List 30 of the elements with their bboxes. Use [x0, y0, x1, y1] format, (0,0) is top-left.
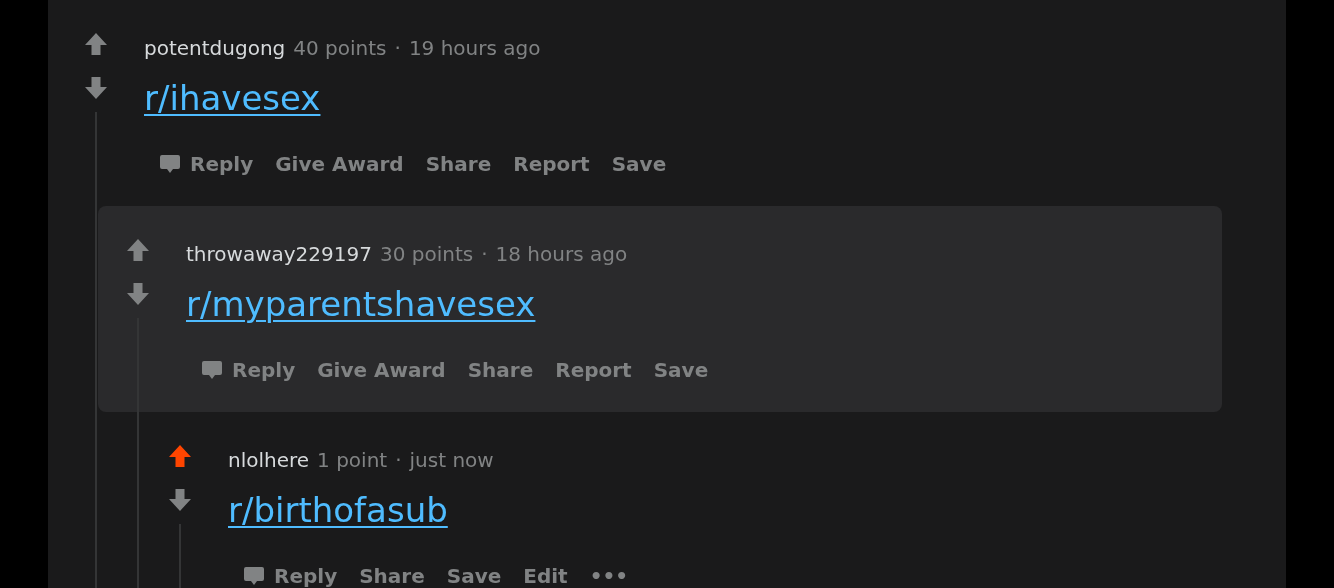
separator-dot: · [395, 448, 402, 472]
comment-action-button[interactable]: Save [603, 148, 675, 180]
comment-action-button[interactable]: Report [505, 148, 598, 180]
subreddit-link[interactable]: r/myparentshavesex [186, 280, 536, 328]
comment-action-button[interactable]: Share [351, 560, 433, 588]
comment-time: 18 hours ago [495, 242, 628, 266]
comment-action-button[interactable]: Edit [515, 560, 576, 588]
comment-time: 19 hours ago [408, 36, 541, 60]
username[interactable]: throwaway229197 [186, 242, 372, 266]
points-count: 30 points [379, 242, 474, 266]
comment-action-button[interactable]: Share [459, 354, 542, 386]
username[interactable]: nlolhere [228, 448, 310, 472]
reply-button[interactable]: Reply [150, 148, 262, 180]
reply-button[interactable]: Reply [234, 560, 346, 588]
separator-dot: · [481, 242, 488, 266]
username[interactable]: potentdugong [144, 36, 286, 60]
comment-action-button[interactable]: Give Award [309, 354, 454, 386]
comment-action-button[interactable]: Share [417, 148, 500, 180]
separator-dot: · [394, 36, 401, 60]
reply-button[interactable]: Reply [192, 354, 304, 386]
comment-time: just now [409, 448, 494, 472]
comment-action-button[interactable]: Give Award [267, 148, 412, 180]
points-count: 40 points [293, 36, 387, 60]
comment-action-button[interactable]: Report [547, 354, 640, 386]
more-options-button[interactable]: ••• [581, 560, 637, 588]
comment-action-button[interactable]: Save [645, 354, 717, 386]
subreddit-link[interactable]: r/ihavesex [144, 74, 321, 122]
comment-action-button[interactable]: Save [438, 560, 510, 588]
points-count: 1 point [317, 448, 388, 472]
subreddit-link[interactable]: r/birthofasub [228, 486, 448, 534]
